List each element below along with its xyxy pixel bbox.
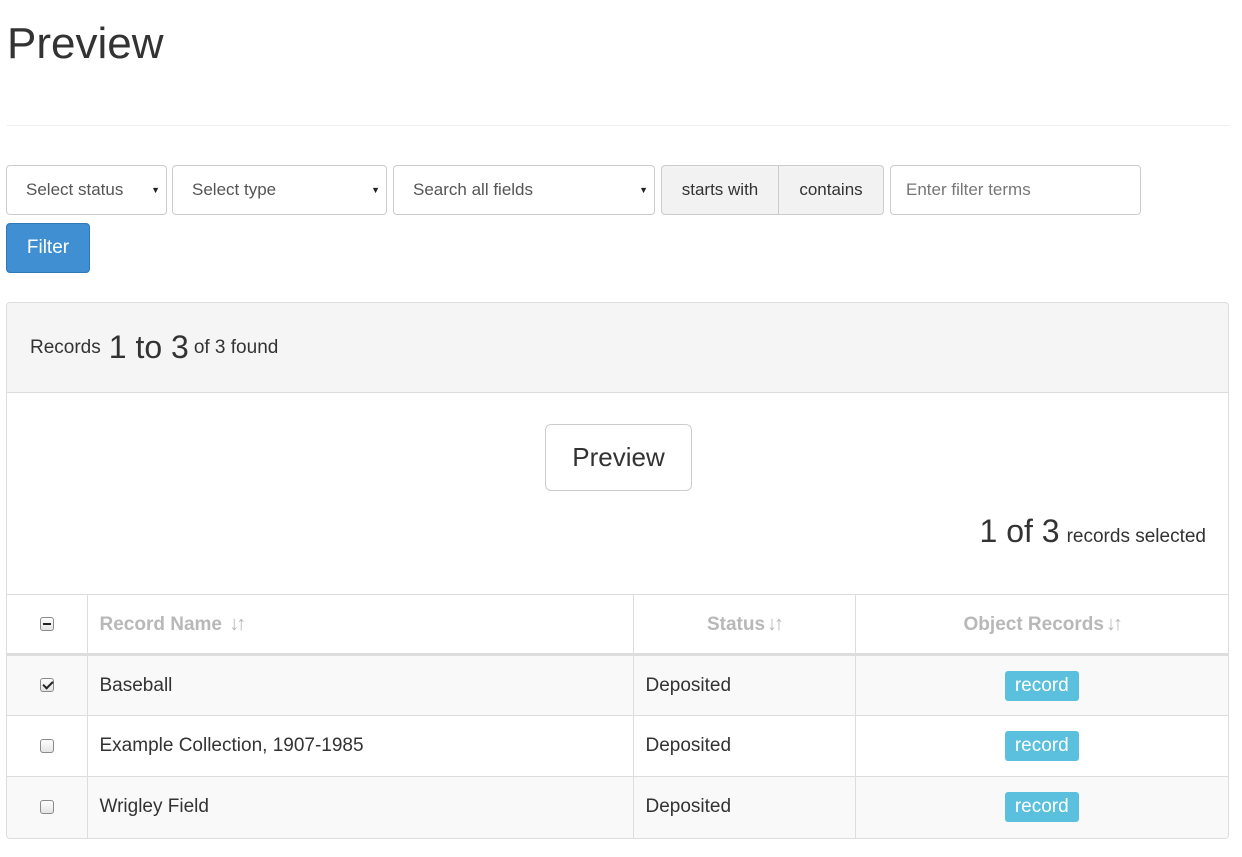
type-select[interactable]: Select type ▼ [172, 165, 387, 215]
status-select-label: Select status [26, 180, 124, 199]
select-all-cell [7, 594, 88, 656]
status-cell: Deposited [632, 776, 856, 838]
record-name-cell: Baseball [86, 654, 634, 716]
row-checkbox[interactable] [39, 678, 54, 693]
status-header-label: Status [706, 613, 766, 635]
table-header-row: Record Name ↓↑ Status ↓↑ Object Records ↓↑ [7, 594, 1228, 656]
results-range: 1 to 3 [108, 329, 189, 365]
object-records-header[interactable]: Object Records ↓↑ [854, 594, 1228, 656]
select-all-checkbox[interactable] [39, 616, 54, 631]
results-suffix: of 3 found [193, 336, 279, 358]
page-title: Preview [7, 19, 164, 68]
preview-button[interactable]: Preview [545, 424, 692, 491]
object-records-cell: record [854, 776, 1228, 838]
row-select-cell [7, 776, 88, 838]
records-table: Record Name ↓↑ Status ↓↑ Object Records ↓↑… [7, 594, 1228, 838]
record-name-header-label: Record Name [99, 613, 223, 635]
selected-count: 1 of 3 records selected [980, 513, 1206, 550]
status-header[interactable]: Status ↓↑ [632, 594, 856, 656]
selected-count-value: 1 of 3 [979, 513, 1060, 549]
starts-with-button[interactable]: starts with [661, 165, 779, 215]
row-checkbox[interactable] [39, 800, 54, 815]
record-badge[interactable]: record [1004, 792, 1079, 823]
caret-down-icon: ▼ [151, 185, 160, 195]
results-heading: Records 1 to 3 of 3 found [7, 303, 1228, 393]
object-records-cell: record [854, 715, 1228, 777]
field-select-label: Search all fields [413, 180, 534, 199]
row-select-cell [7, 654, 88, 716]
record-name-cell: Wrigley Field [86, 776, 634, 838]
sort-icon: ↓↑ [229, 612, 246, 635]
table-row: Example Collection, 1907-1985 Deposited … [7, 715, 1228, 777]
divider [7, 125, 1229, 126]
results-prefix: Records [30, 336, 101, 358]
record-name-cell: Example Collection, 1907-1985 [86, 715, 634, 777]
sort-icon: ↓↑ [1105, 612, 1123, 635]
field-select[interactable]: Search all fields ▼ [393, 165, 655, 215]
selected-count-suffix: records selected [1066, 526, 1206, 547]
type-select-label: Select type [192, 180, 277, 199]
caret-down-icon: ▼ [639, 185, 648, 195]
table-row: Wrigley Field Deposited record [7, 776, 1228, 838]
results-panel: Records 1 to 3 of 3 found Preview 1 of 3… [6, 302, 1229, 839]
match-mode-group: starts with contains [661, 165, 884, 215]
row-select-cell [7, 715, 88, 777]
status-cell: Deposited [632, 715, 856, 777]
sort-icon: ↓↑ [767, 612, 784, 635]
filter-button[interactable]: Filter [6, 223, 90, 273]
contains-button[interactable]: contains [779, 165, 884, 215]
filter-terms-placeholder: Enter filter terms [906, 180, 1031, 199]
table-row: Baseball Deposited record [7, 654, 1228, 716]
record-badge[interactable]: record [1004, 670, 1079, 701]
record-badge[interactable]: record [1004, 731, 1079, 761]
status-select[interactable]: Select status ▼ [6, 165, 167, 215]
caret-down-icon: ▼ [371, 185, 380, 195]
row-checkbox[interactable] [39, 738, 54, 753]
record-name-header[interactable]: Record Name ↓↑ [86, 594, 634, 656]
object-records-cell: record [854, 654, 1228, 716]
status-cell: Deposited [632, 654, 856, 716]
filter-terms-input[interactable]: Enter filter terms [890, 165, 1141, 215]
object-records-header-label: Object Records [963, 613, 1104, 635]
